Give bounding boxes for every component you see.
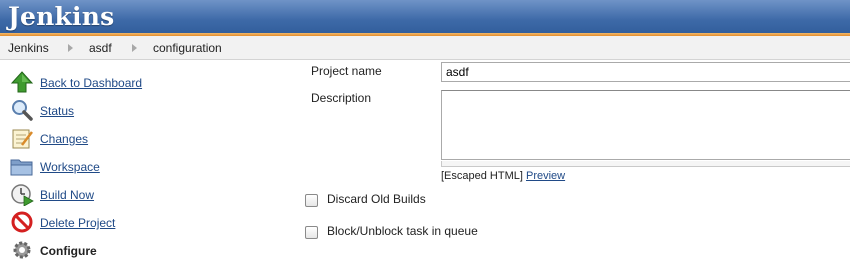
sidebar-link-build-now[interactable]: Build Now bbox=[40, 188, 94, 202]
discard-old-builds-label[interactable]: Discard Old Builds bbox=[327, 192, 426, 206]
sidebar-link-workspace[interactable]: Workspace bbox=[40, 160, 100, 174]
sidebar-item-back-to-dashboard[interactable]: Back to Dashboard bbox=[10, 70, 290, 96]
textarea-resize-handle[interactable] bbox=[441, 161, 850, 167]
folder-icon bbox=[10, 159, 33, 176]
notepad-icon bbox=[12, 129, 33, 149]
description-label: Description bbox=[311, 91, 372, 105]
breadcrumb-arrow-icon bbox=[132, 44, 137, 52]
sidebar-link-delete-project[interactable]: Delete Project bbox=[40, 216, 115, 230]
breadcrumb-jenkins[interactable]: Jenkins bbox=[8, 41, 49, 55]
sidebar-item-build-now[interactable]: Build Now bbox=[10, 182, 290, 208]
gear-icon bbox=[13, 241, 31, 259]
sidebar-item-changes[interactable]: Changes bbox=[10, 126, 290, 152]
clock-play-icon bbox=[11, 184, 34, 206]
preview-link[interactable]: Preview bbox=[526, 170, 565, 182]
sidebar-item-delete-project[interactable]: Delete Project bbox=[10, 210, 290, 236]
sidebar-link-status[interactable]: Status bbox=[40, 104, 74, 118]
up-arrow-icon bbox=[10, 71, 34, 93]
escaped-html-note: [Escaped HTML] Preview bbox=[441, 170, 565, 182]
sidebar-item-configure[interactable]: Configure bbox=[10, 238, 290, 264]
block-unblock-label[interactable]: Block/Unblock task in queue bbox=[327, 224, 478, 238]
discard-old-builds-checkbox[interactable] bbox=[305, 194, 318, 207]
jenkins-logo[interactable]: Jenkins bbox=[8, 2, 114, 31]
block-unblock-checkbox[interactable] bbox=[305, 226, 318, 239]
header-bar: Jenkins bbox=[0, 0, 850, 36]
breadcrumb-arrow-icon bbox=[68, 44, 73, 52]
sidebar-item-status[interactable]: Status bbox=[10, 98, 290, 124]
no-entry-icon bbox=[11, 211, 33, 233]
breadcrumb-configuration: configuration bbox=[153, 41, 222, 55]
breadcrumb-asdf[interactable]: asdf bbox=[89, 41, 112, 55]
escaped-html-label: [Escaped HTML] bbox=[441, 170, 523, 182]
sidebar-link-back-to-dashboard[interactable]: Back to Dashboard bbox=[40, 76, 142, 90]
sidebar: Back to Dashboard Status Changes Workspa… bbox=[0, 60, 300, 259]
project-name-input[interactable] bbox=[441, 62, 850, 82]
magnifier-icon bbox=[12, 100, 33, 121]
description-textarea[interactable] bbox=[441, 90, 850, 160]
sidebar-item-workspace[interactable]: Workspace bbox=[10, 154, 290, 180]
breadcrumb: Jenkins asdf configuration bbox=[0, 36, 850, 60]
sidebar-link-configure[interactable]: Configure bbox=[40, 244, 97, 258]
project-name-label: Project name bbox=[311, 64, 382, 78]
sidebar-link-changes[interactable]: Changes bbox=[40, 132, 88, 146]
